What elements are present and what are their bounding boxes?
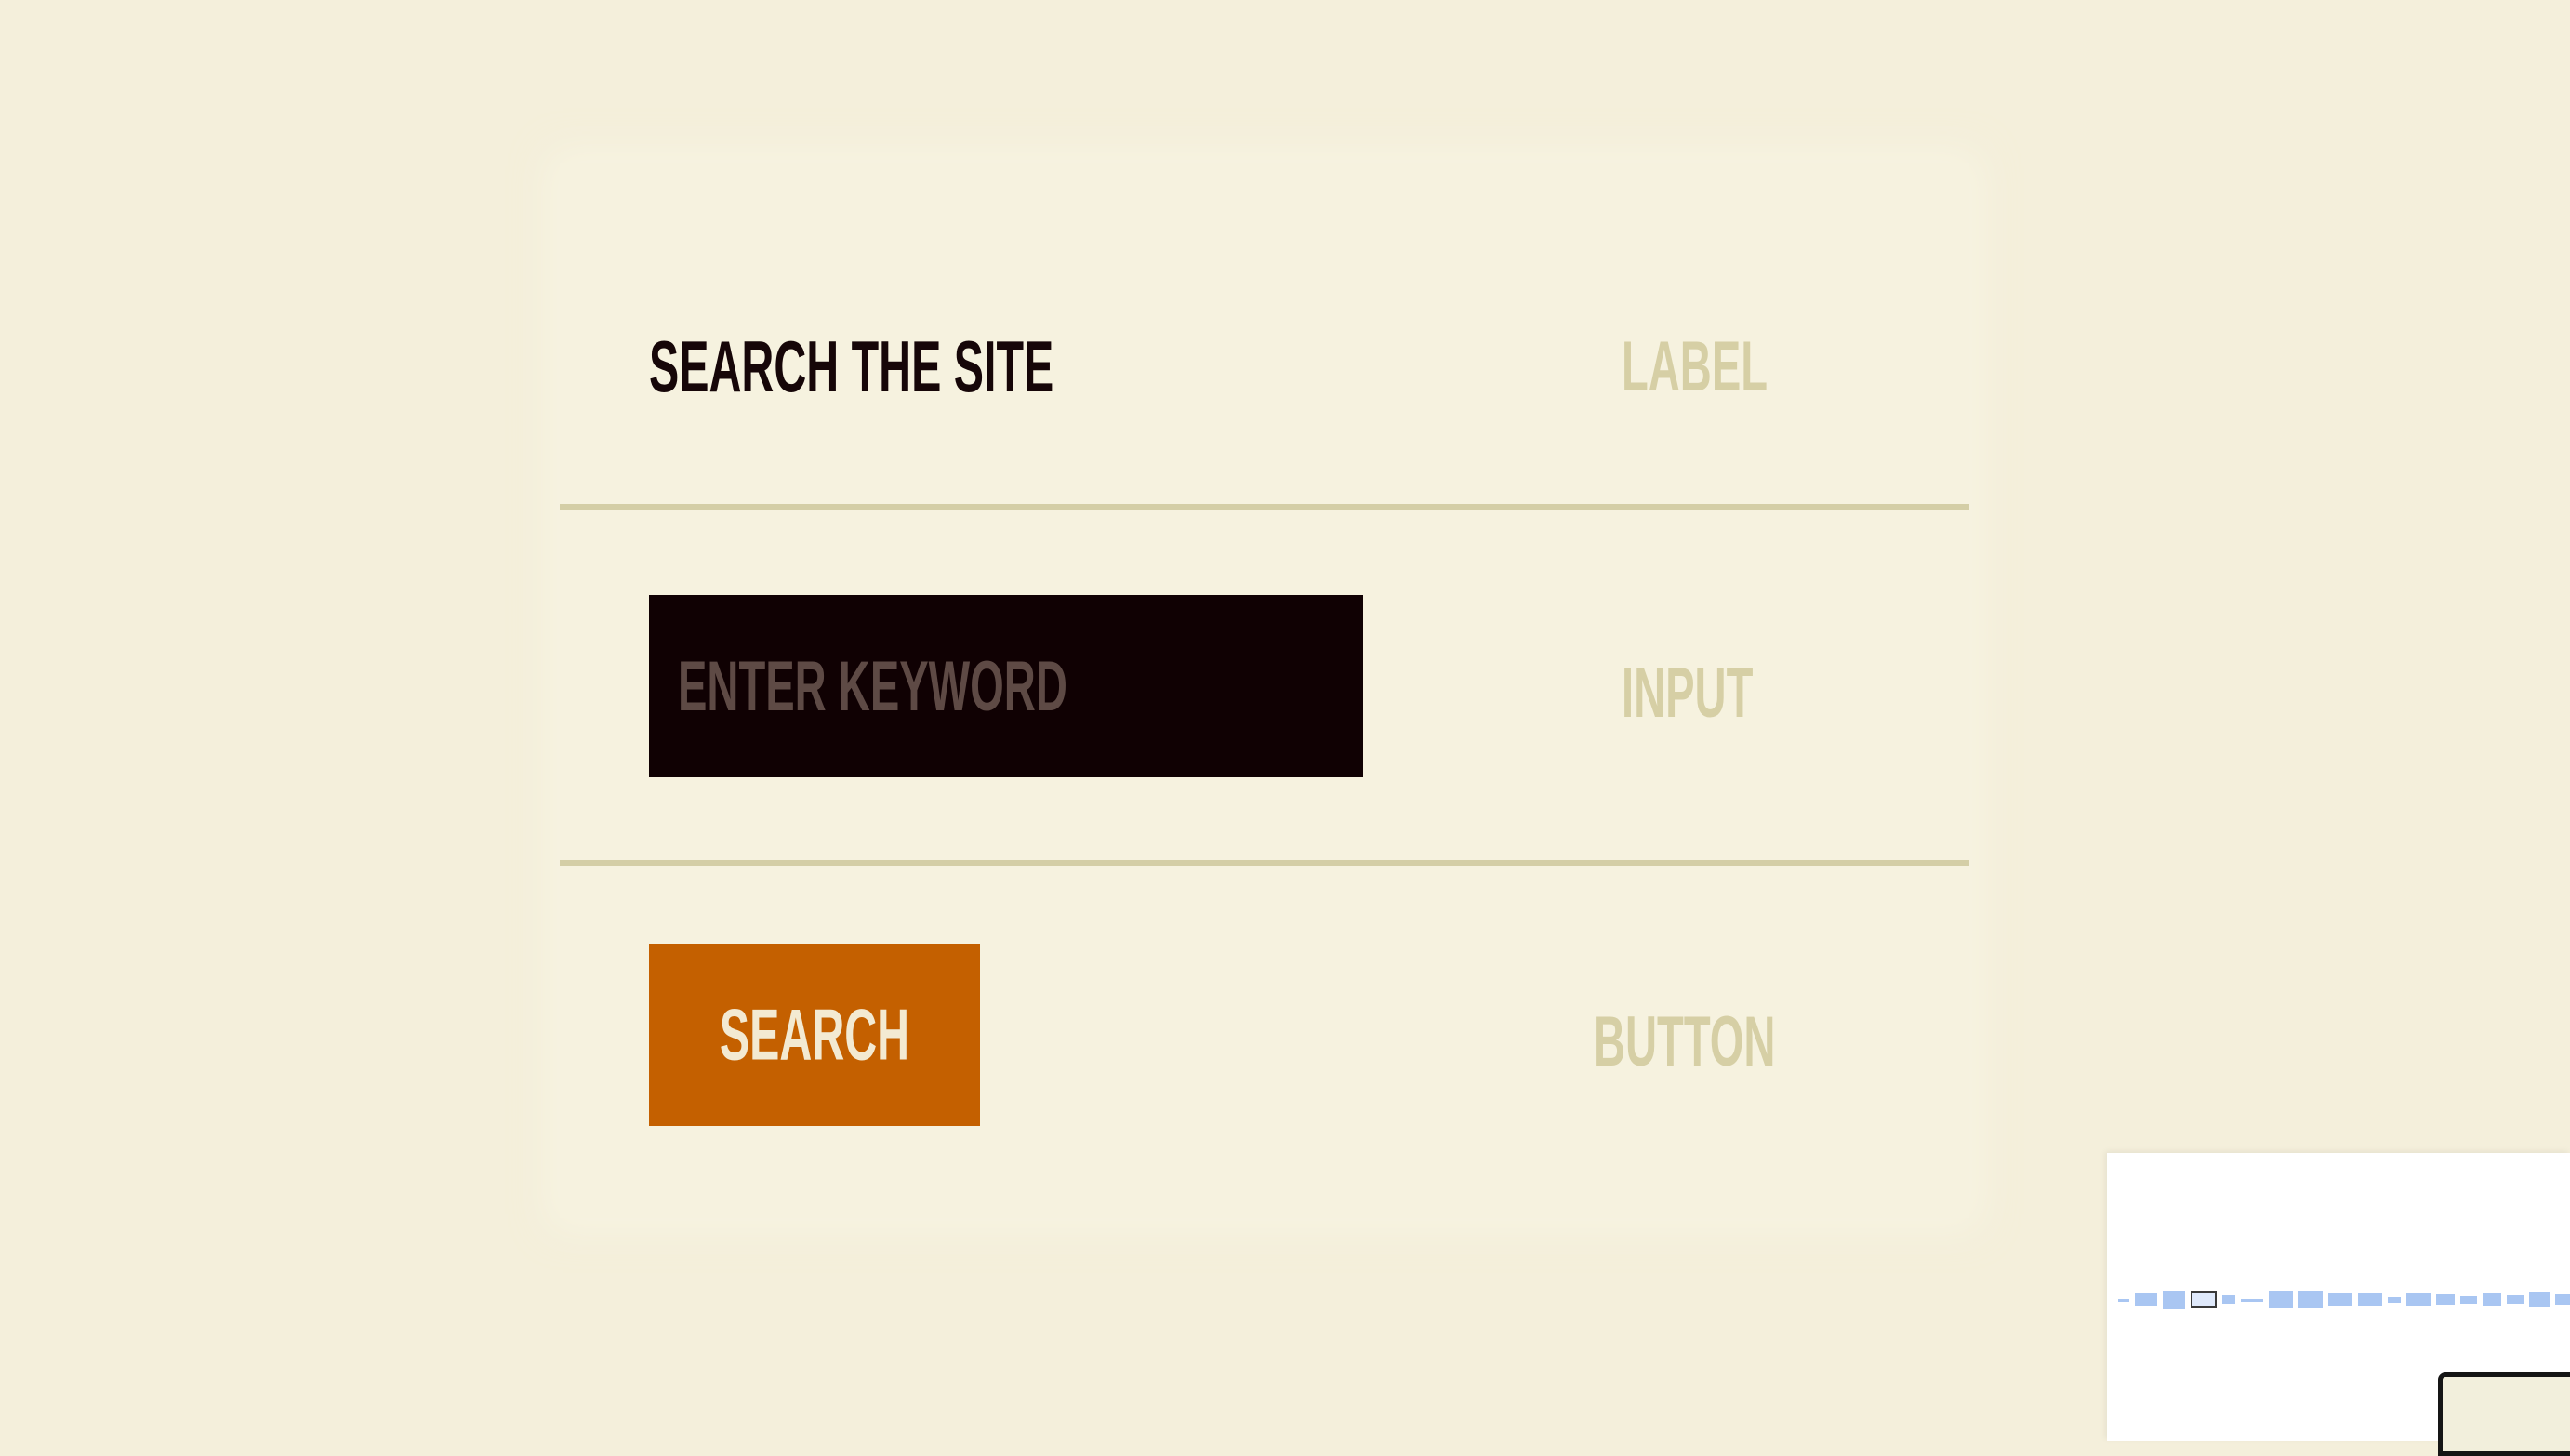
input-annotation: INPUT: [1622, 654, 1754, 733]
thumb-block: [2358, 1293, 2382, 1306]
search-input-box[interactable]: [649, 595, 1363, 777]
search-button-label: SEARCH: [719, 993, 910, 1076]
search-form-card: SEARCH THE SITE LABEL INPUT SEARCH BUTTO…: [560, 163, 1969, 1218]
thumb-block: [2406, 1293, 2431, 1306]
thumb-block: [2460, 1296, 2477, 1304]
thumb-block: [2298, 1291, 2323, 1308]
button-annotation: BUTTON: [1594, 1002, 1776, 1081]
thumb-block: [2555, 1294, 2570, 1305]
thumb-block: [2388, 1297, 2401, 1303]
label-annotation: LABEL: [1622, 327, 1769, 406]
thumb-block: [2241, 1298, 2263, 1302]
thumbnail-frame: [2438, 1372, 2570, 1456]
thumb-block-selected[interactable]: [2191, 1291, 2217, 1308]
thumb-block: [2436, 1294, 2455, 1305]
thumb-block: [2483, 1293, 2501, 1306]
thumbnail-strip: [2118, 1291, 2570, 1309]
thumb-block: [2118, 1298, 2129, 1302]
divider-top: [560, 504, 1969, 510]
thumb-block: [2269, 1291, 2293, 1308]
thumb-block: [2328, 1293, 2352, 1306]
thumb-block: [2135, 1293, 2157, 1306]
search-input[interactable]: [649, 595, 1363, 777]
thumb-block: [2222, 1295, 2235, 1304]
search-button[interactable]: SEARCH: [649, 944, 980, 1126]
thumb-block: [2529, 1292, 2550, 1307]
thumbnail-preview-panel: [2107, 1153, 2570, 1456]
thumb-block: [2163, 1291, 2185, 1309]
divider-bottom: [560, 860, 1969, 866]
thumb-block: [2507, 1295, 2524, 1304]
search-label: SEARCH THE SITE: [649, 325, 1054, 407]
